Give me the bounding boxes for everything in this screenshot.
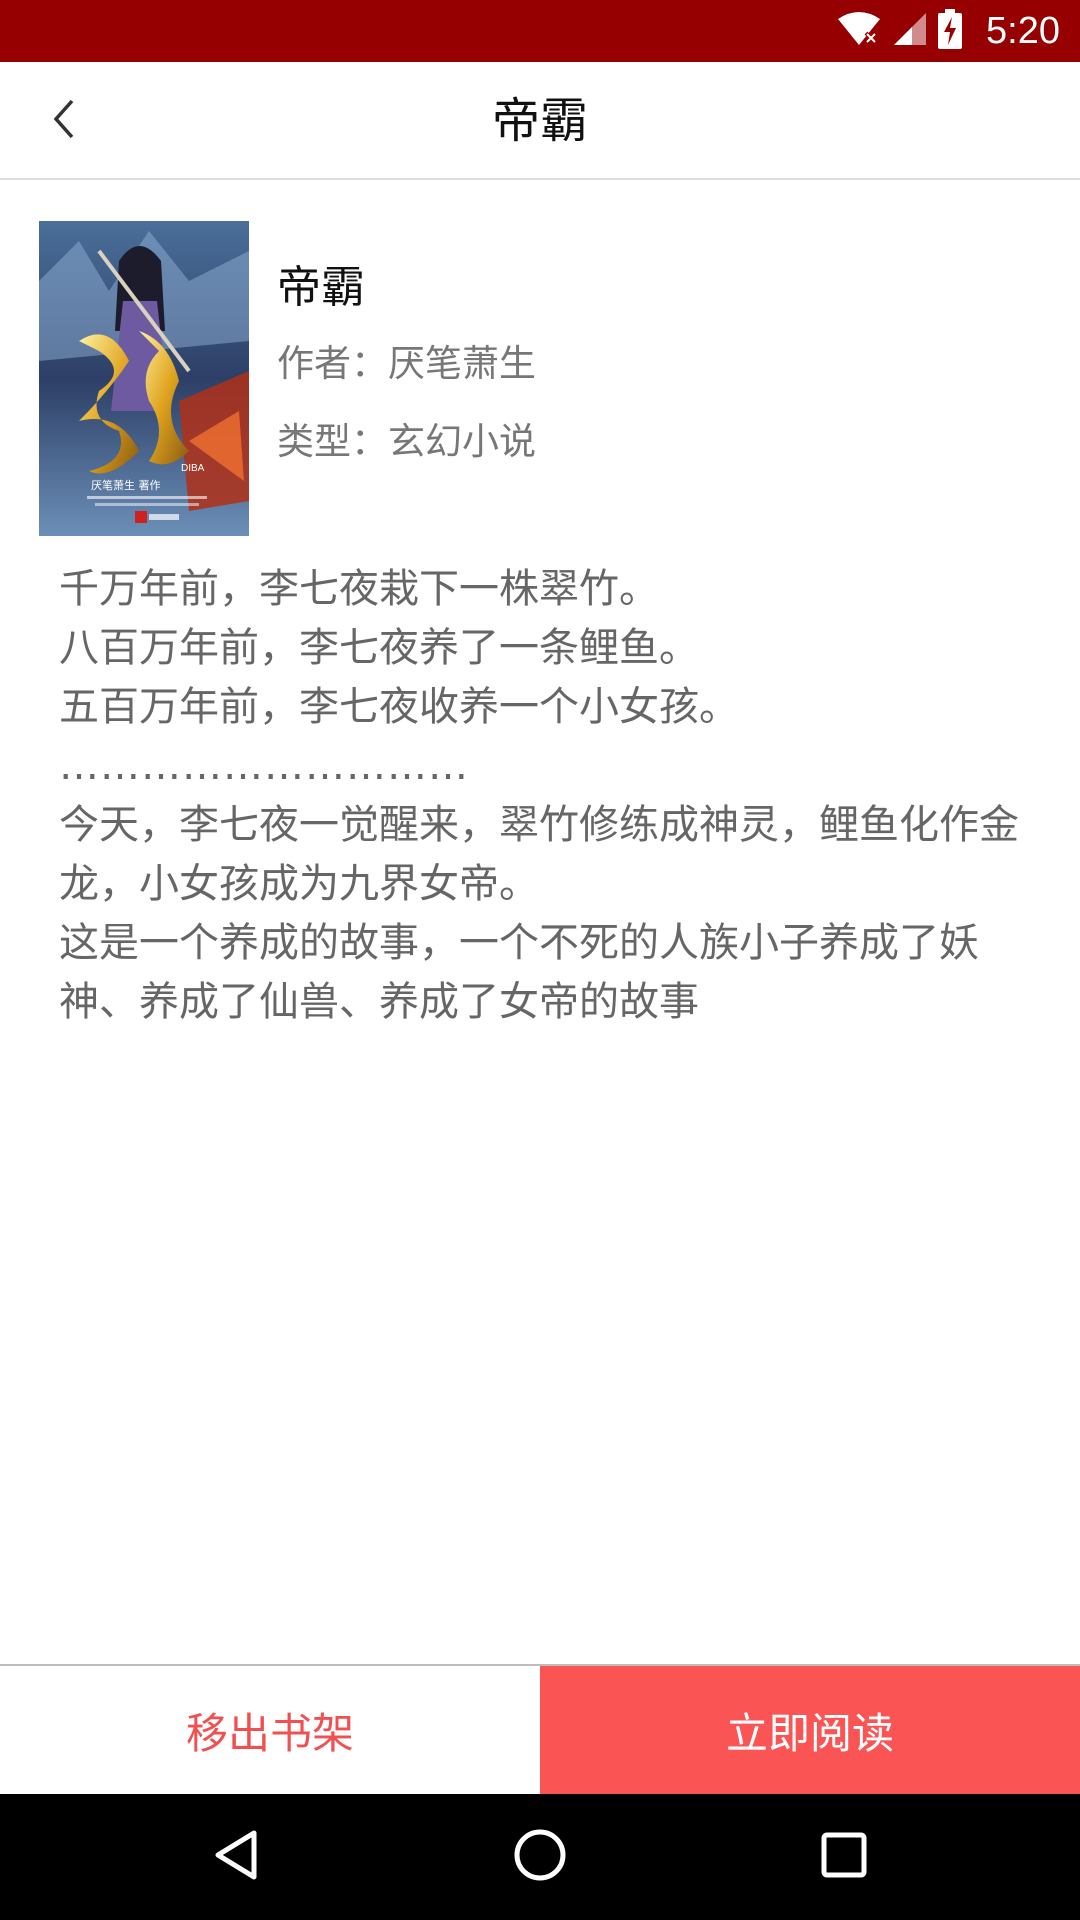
page-title: 帝霸 — [491, 93, 588, 149]
status-bar: 5:20 — [0, 0, 1080, 62]
synopsis-line: 这是一个养成的故事，一个不死的人族小子养成了妖神、养成了仙兽、养成了女帝的故事 — [59, 920, 979, 1025]
synopsis-line: ………………………… — [59, 743, 469, 789]
synopsis-line: 千万年前，李七夜栽下一株翠竹。 — [59, 566, 659, 612]
synopsis-line: 今天，李七夜一觉醒来，翠竹修练成神灵，鲤鱼化作金龙，小女孩成为九界女帝。 — [59, 802, 1019, 907]
nav-back-button[interactable] — [166, 1794, 306, 1920]
book-cover-image[interactable]: DIBA 厌笔萧生 著作 — [39, 221, 249, 536]
cover-credit: 厌笔萧生 著作 — [91, 478, 161, 492]
battery-charging-icon — [938, 9, 963, 53]
system-nav-bar — [0, 1794, 1080, 1920]
book-name: 帝霸 — [277, 262, 365, 313]
signal-icon — [892, 11, 928, 51]
back-triangle-icon — [212, 1829, 260, 1885]
cover-subtitle: DIBA — [181, 463, 205, 474]
home-circle-icon — [513, 1828, 567, 1886]
wifi-off-icon — [836, 11, 882, 51]
status-time: 5:20 — [986, 9, 1060, 52]
remove-from-shelf-button[interactable]: 移出书架 — [0, 1666, 540, 1794]
book-header: DIBA 厌笔萧生 著作 帝霸 作者：厌笔萧生 类型：玄幻小说 — [39, 221, 1049, 536]
book-synopsis: 千万年前，李七夜栽下一株翠竹。 八百万年前，李七夜养了一条鲤鱼。 五百万年前，李… — [39, 560, 1049, 1032]
status-icons: 5:20 — [836, 0, 1060, 62]
read-now-button[interactable]: 立即阅读 — [540, 1666, 1080, 1794]
recents-square-icon — [821, 1832, 867, 1882]
bottom-action-bar: 移出书架 立即阅读 — [0, 1664, 1080, 1794]
app-bar: 帝霸 — [0, 62, 1080, 180]
back-button[interactable] — [30, 86, 100, 156]
chevron-left-icon — [50, 97, 80, 145]
book-type: 类型：玄幻小说 — [277, 420, 536, 463]
book-author: 作者：厌笔萧生 — [277, 342, 536, 385]
nav-home-button[interactable] — [470, 1794, 610, 1920]
synopsis-line: 五百万年前，李七夜收养一个小女孩。 — [59, 684, 739, 730]
nav-recents-button[interactable] — [774, 1794, 914, 1920]
synopsis-line: 八百万年前，李七夜养了一条鲤鱼。 — [59, 625, 699, 671]
